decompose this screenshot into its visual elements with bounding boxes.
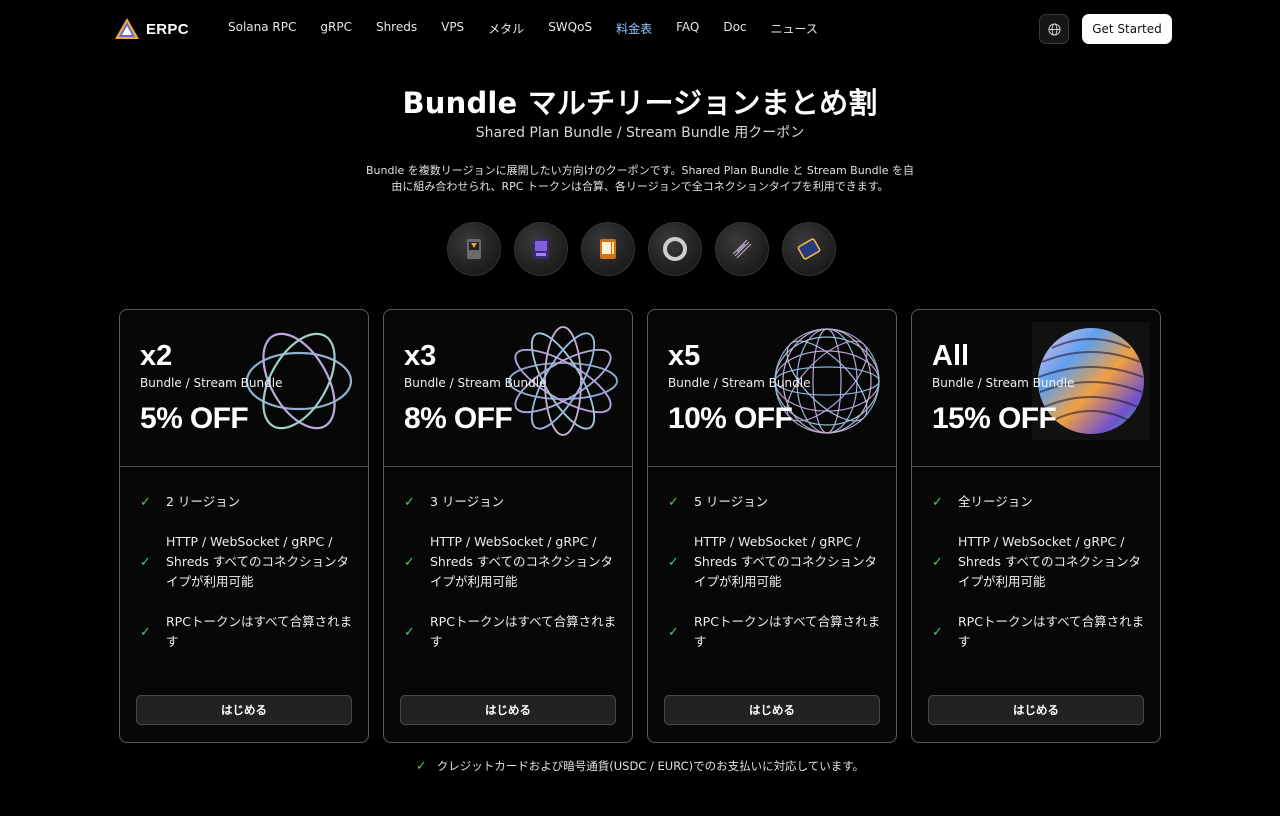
card-multiplier: All [932, 340, 970, 372]
erpc-logo-icon [115, 18, 139, 39]
check-icon: ✓ [140, 624, 151, 640]
description-line-2: 由に組み合わせられ、RPC トークンは合算、各リージョンで全コネクションタイプを… [391, 180, 889, 193]
card-header: x2 Bundle / Stream Bundle 5% OFF [120, 310, 368, 467]
page-description: Bundle を複数リージョンに展開したい方向けのクーポンです。Shared P… [355, 163, 925, 195]
card-plan: Bundle / Stream Bundle [668, 376, 811, 390]
feature-item: ✓ RPCトークンはすべて合算されます [668, 612, 883, 652]
product-icon-server-gold[interactable] [447, 222, 501, 276]
check-icon: ✓ [668, 494, 679, 510]
feature-text: HTTP / WebSocket / gRPC / Shreds すべてのコネク… [166, 534, 349, 589]
product-icon-row [447, 222, 836, 276]
check-icon: ✓ [932, 494, 943, 510]
feature-text: HTTP / WebSocket / gRPC / Shreds すべてのコネク… [430, 534, 613, 589]
check-icon: ✓ [668, 554, 679, 570]
feature-list: ✓ 5 リージョン ✓ HTTP / WebSocket / gRPC / Shre… [668, 492, 883, 672]
page-subtitle: Shared Plan Bundle / Stream Bundle 用クーポン [475, 125, 805, 141]
feature-item: ✓ 2 リージョン [140, 492, 355, 512]
feature-text: 全リージョン [958, 494, 1033, 509]
card-plan: Bundle / Stream Bundle [932, 376, 1075, 390]
feature-item: ✓ RPCトークンはすべて合算されます [404, 612, 619, 652]
feature-text: RPCトークンはすべて合算されます [166, 614, 353, 649]
feature-item: ✓ HTTP / WebSocket / gRPC / Shreds すべてのコネ… [668, 532, 883, 592]
product-icon-server-orange[interactable] [581, 222, 635, 276]
card-header: x3 Bundle / Stream Bundle 8% OFF [384, 310, 632, 467]
brand-name: ERPC [146, 20, 189, 38]
card-multiplier: x3 [404, 340, 437, 372]
feature-item: ✓ 5 リージョン [668, 492, 883, 512]
feature-item: ✓ HTTP / WebSocket / gRPC / Shreds すべてのコネ… [404, 532, 619, 592]
check-icon: ✓ [404, 624, 415, 640]
nav-link-faq[interactable]: FAQ [664, 20, 711, 37]
feature-text: HTTP / WebSocket / gRPC / Shreds すべてのコネク… [958, 534, 1141, 589]
feature-list: ✓ 3 リージョン ✓ HTTP / WebSocket / gRPC / Shre… [404, 492, 619, 672]
card-discount: 10% OFF [668, 402, 793, 435]
feature-text: 3 リージョン [430, 494, 505, 509]
feature-text: RPCトークンはすべて合算されます [694, 614, 881, 649]
logo[interactable]: ERPC [114, 16, 189, 42]
feature-item: ✓ RPCトークンはすべて合算されます [932, 612, 1147, 652]
page-title: Bundle マルチリージョンまとめ割 [402, 86, 878, 120]
feature-text: RPCトークンはすべて合算されます [958, 614, 1145, 649]
feature-text: HTTP / WebSocket / gRPC / Shreds すべてのコネク… [694, 534, 877, 589]
language-button[interactable] [1039, 14, 1069, 44]
start-button[interactable]: はじめる [664, 695, 880, 725]
feature-list: ✓ 2 リージョン ✓ HTTP / WebSocket / gRPC / Shre… [140, 492, 355, 672]
feature-list: ✓ 全リージョン ✓ HTTP / WebSocket / gRPC / Shred… [932, 492, 1147, 672]
check-icon: ✓ [404, 494, 415, 510]
card-discount: 15% OFF [932, 402, 1057, 435]
feature-item: ✓ HTTP / WebSocket / gRPC / Shreds すべてのコネ… [140, 532, 355, 592]
nav-link-metal[interactable]: メタル [476, 20, 536, 37]
nav-link-solana-rpc[interactable]: Solana RPC [216, 20, 308, 37]
check-icon: ✓ [404, 554, 415, 570]
nav-link-shreds[interactable]: Shreds [364, 20, 429, 37]
nav-link-pricing[interactable]: 料金表 [604, 20, 664, 37]
feature-item: ✓ 3 リージョン [404, 492, 619, 512]
card-header: All Bundle / Stream Bundle 15% OFF [912, 310, 1160, 467]
check-icon: ✓ [140, 554, 151, 570]
card-multiplier: x2 [140, 340, 173, 372]
feature-text: 2 リージョン [166, 494, 241, 509]
nav-link-grpc[interactable]: gRPC [308, 20, 364, 37]
start-button[interactable]: はじめる [400, 695, 616, 725]
nav-link-vps[interactable]: VPS [429, 20, 476, 37]
payment-note-text: クレジットカードおよび暗号通貨(USDC / EURC)でのお支払いに対応してい… [436, 759, 865, 773]
product-icon-server-purple[interactable] [514, 222, 568, 276]
pricing-cards: x2 Bundle / Stream Bundle 5% OFF ✓ 2 リージョ… [119, 309, 1161, 743]
card-discount: 5% OFF [140, 402, 249, 435]
check-icon: ✓ [668, 624, 679, 640]
globe-icon [1047, 22, 1061, 36]
card-discount: 8% OFF [404, 402, 513, 435]
nav-link-swqos[interactable]: SWQoS [536, 20, 604, 37]
start-button[interactable]: はじめる [136, 695, 352, 725]
top-nav: ERPC Solana RPC gRPC Shreds VPS メタル SWQo… [0, 0, 1280, 58]
feature-item: ✓ 全リージョン [932, 492, 1147, 512]
card-plan: Bundle / Stream Bundle [404, 376, 547, 390]
start-button[interactable]: はじめる [928, 695, 1144, 725]
check-icon: ✓ [932, 554, 943, 570]
product-icon-spiral[interactable] [715, 222, 769, 276]
check-icon: ✓ [415, 759, 427, 774]
nav-link-news[interactable]: ニュース [759, 20, 830, 37]
card-header: x5 Bundle / Stream Bundle 10% OFF [648, 310, 896, 467]
pricing-card-x2: x2 Bundle / Stream Bundle 5% OFF ✓ 2 リージョ… [119, 309, 369, 743]
product-icon-ring[interactable] [648, 222, 702, 276]
product-icon-card[interactable] [782, 222, 836, 276]
feature-item: ✓ HTTP / WebSocket / gRPC / Shreds すべてのコネ… [932, 532, 1147, 592]
check-icon: ✓ [140, 494, 151, 510]
check-icon: ✓ [932, 624, 943, 640]
card-multiplier: x5 [668, 340, 701, 372]
nav-link-doc[interactable]: Doc [711, 20, 758, 37]
feature-item: ✓ RPCトークンはすべて合算されます [140, 612, 355, 652]
pricing-card-all: All Bundle / Stream Bundle 15% OFF ✓ 全リージ… [911, 309, 1161, 743]
payment-note: ✓ クレジットカードおよび暗号通貨(USDC / EURC)でのお支払いに対応して… [0, 758, 1280, 774]
card-plan: Bundle / Stream Bundle [140, 376, 283, 390]
feature-text: RPCトークンはすべて合算されます [430, 614, 617, 649]
description-line-1: Bundle を複数リージョンに展開したい方向けのクーポンです。Shared P… [366, 164, 914, 177]
get-started-button[interactable]: Get Started [1082, 14, 1172, 44]
feature-text: 5 リージョン [694, 494, 769, 509]
pricing-card-x3: x3 Bundle / Stream Bundle 8% OFF ✓ 3 リージョ… [383, 309, 633, 743]
pricing-card-x5: x5 Bundle / Stream Bundle 10% OFF ✓ 5 リージ… [647, 309, 897, 743]
